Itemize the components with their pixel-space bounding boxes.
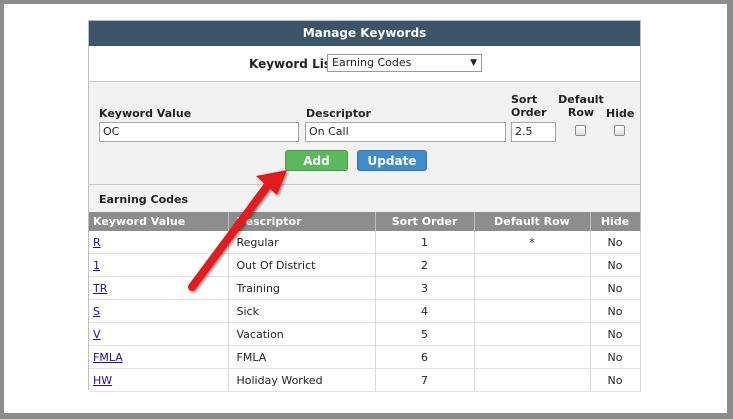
sort-order-label: Sort Order xyxy=(511,93,547,119)
table-row[interactable]: TR Training 3 No xyxy=(89,276,641,300)
hide-cell: No xyxy=(590,322,641,346)
hide-cell: No xyxy=(590,299,641,323)
default-row-label-line2: Row xyxy=(567,106,595,119)
descriptor-cell: Training xyxy=(228,276,376,300)
default-row-cell xyxy=(474,253,591,277)
keyword-value-label: Keyword Value xyxy=(99,107,192,120)
default-row-cell xyxy=(474,368,591,392)
table-row[interactable]: HW Holiday Worked 7 No xyxy=(89,368,641,392)
keyword-link[interactable]: R xyxy=(93,236,101,249)
earning-codes-title: Earning Codes xyxy=(99,193,189,206)
keyword-link[interactable]: 1 xyxy=(93,259,100,272)
sort-order-cell: 7 xyxy=(375,368,475,392)
column-header-descriptor[interactable]: Descriptor xyxy=(228,212,376,231)
table-header-row: Keyword Value Descriptor Sort Order Defa… xyxy=(89,212,641,231)
descriptor-input[interactable]: On Call xyxy=(305,122,506,142)
table-row[interactable]: FMLA FMLA 6 No xyxy=(89,345,641,369)
column-header-keyword-value[interactable]: Keyword Value xyxy=(89,212,229,231)
update-button[interactable]: Update xyxy=(357,150,427,171)
sort-order-cell: 3 xyxy=(375,276,475,300)
keyword-link[interactable]: FMLA xyxy=(93,351,123,364)
hide-cell: No xyxy=(590,345,641,369)
hide-cell: No xyxy=(590,231,641,254)
keyword-lists-selected-value: Earning Codes xyxy=(332,56,412,69)
hide-cell: No xyxy=(590,368,641,392)
table-row[interactable]: V Vacation 5 No xyxy=(89,322,641,346)
hide-cell: No xyxy=(590,253,641,277)
default-row-checkbox[interactable] xyxy=(575,125,586,136)
descriptor-cell: Holiday Worked xyxy=(228,368,376,392)
table-row[interactable]: 1 Out Of District 2 No xyxy=(89,253,641,277)
earning-codes-table: Keyword Value Descriptor Sort Order Defa… xyxy=(89,212,641,392)
keyword-value-input[interactable]: OC xyxy=(99,122,299,142)
hide-label: Hide xyxy=(606,107,635,120)
panel-title: Manage Keywords xyxy=(89,21,640,46)
column-header-hide[interactable]: Hide xyxy=(590,212,641,231)
sort-order-cell: 4 xyxy=(375,299,475,323)
default-row-cell xyxy=(474,322,591,346)
sort-order-label-line1: Sort xyxy=(511,93,538,106)
descriptor-cell: Regular xyxy=(228,231,376,254)
keyword-link[interactable]: V xyxy=(93,328,101,341)
hide-cell: No xyxy=(590,276,641,300)
keyword-link[interactable]: TR xyxy=(93,282,107,295)
default-row-label: Default Row xyxy=(558,93,604,119)
sort-order-input[interactable]: 2.5 xyxy=(511,122,556,142)
sort-order-cell: 2 xyxy=(375,253,475,277)
manage-keywords-panel: Manage Keywords Keyword Lists Earning Co… xyxy=(88,20,641,392)
chevron-down-icon: ▼ xyxy=(470,58,477,68)
add-button[interactable]: Add xyxy=(285,150,348,171)
default-row-cell: * xyxy=(474,231,591,254)
sort-order-cell: 1 xyxy=(375,231,475,254)
default-row-label-line1: Default xyxy=(558,93,604,106)
column-header-sort-order[interactable]: Sort Order xyxy=(375,212,475,231)
default-row-cell xyxy=(474,345,591,369)
keyword-lists-select[interactable]: Earning Codes ▼ xyxy=(327,54,482,72)
table-row[interactable]: S Sick 4 No xyxy=(89,299,641,323)
keyword-lists-row: Keyword Lists Earning Codes ▼ xyxy=(89,46,640,82)
keyword-link[interactable]: HW xyxy=(93,374,112,387)
default-row-cell xyxy=(474,276,591,300)
default-row-cell xyxy=(474,299,591,323)
descriptor-cell: Vacation xyxy=(228,322,376,346)
column-header-default-row[interactable]: Default Row xyxy=(474,212,591,231)
hide-checkbox[interactable] xyxy=(614,125,625,136)
descriptor-label: Descriptor xyxy=(306,107,371,120)
sort-order-label-line2: Order xyxy=(511,106,547,119)
descriptor-cell: Out Of District xyxy=(228,253,376,277)
sort-order-cell: 6 xyxy=(375,345,475,369)
earning-codes-section: Earning Codes Keyword Value Descriptor S… xyxy=(89,184,641,392)
table-row[interactable]: R Regular 1 * No xyxy=(89,231,641,254)
descriptor-cell: FMLA xyxy=(228,345,376,369)
keyword-link[interactable]: S xyxy=(93,305,100,318)
descriptor-cell: Sick xyxy=(228,299,376,323)
sort-order-cell: 5 xyxy=(375,322,475,346)
